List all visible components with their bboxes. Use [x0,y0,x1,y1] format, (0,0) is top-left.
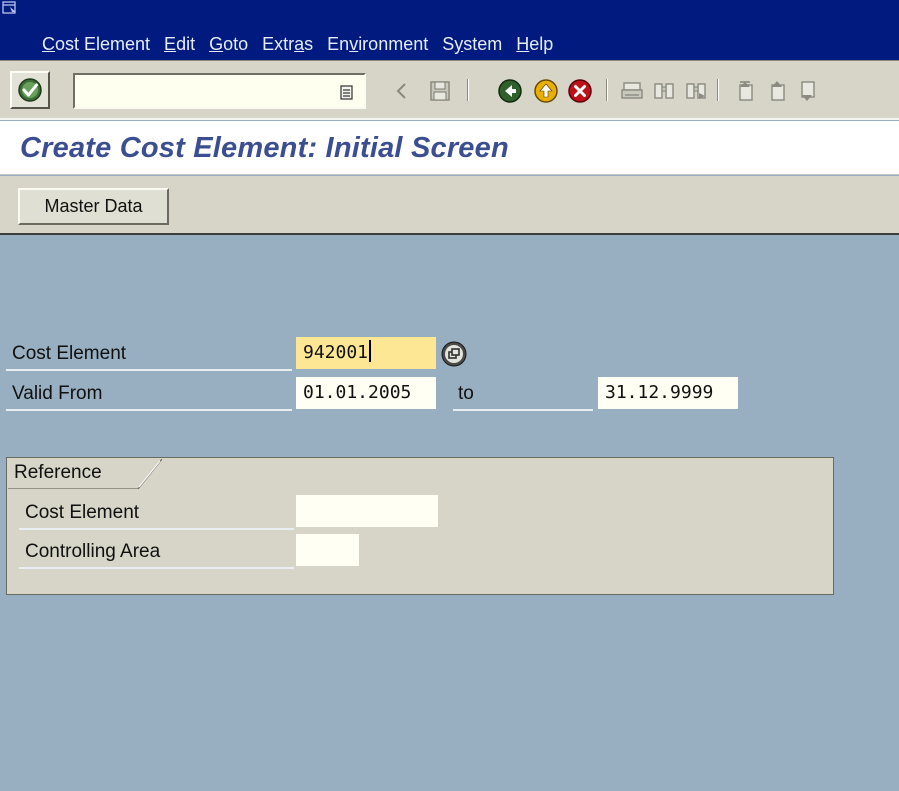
menu-item-text: G [209,34,224,54]
enter-button[interactable] [10,71,50,109]
valid-to-input[interactable]: 31.12.9999 [598,377,738,409]
application-toolbar: Master Data [0,176,899,235]
menu-item-text: ost Element [55,34,151,54]
print-icon[interactable] [618,77,646,105]
save-icon[interactable] [426,77,454,105]
first-page-icon[interactable] [734,77,762,105]
valid-from-input[interactable]: 01.01.2005 [296,377,436,409]
cost-element-label: Cost Element [12,343,127,364]
menu-item-text: C [42,34,55,54]
menu-item[interactable]: Extras [255,33,320,55]
controlling-area-input[interactable] [296,534,359,566]
valid-from-label: Valid From [12,383,103,404]
text-caret [369,340,372,362]
cost-element-input[interactable]: 942001 [296,337,436,369]
page-title: Create Cost Element: Initial Screen [20,132,509,164]
search-help-icon [441,341,466,366]
menu-item[interactable]: Cost Element [0,33,157,55]
master-data-button[interactable]: Master Data [18,188,169,225]
command-field[interactable] [73,73,366,109]
label-underline [19,567,294,569]
reference-title: Reference [14,462,102,483]
system-toolbar [0,60,899,120]
menu-item-text: v [349,34,359,54]
possible-entries-button[interactable] [437,337,470,370]
system-menu-icon[interactable] [2,1,18,15]
find-icon[interactable] [650,77,678,105]
back-icon[interactable] [496,77,524,105]
menu-item-text: Extr [262,34,295,54]
next-page-icon[interactable] [796,77,824,105]
menu-item-text: a [294,34,305,54]
menu-item-text: E [164,34,177,54]
enter-icon [18,78,42,102]
label-underline [6,369,292,371]
previous-page-icon[interactable] [766,77,794,105]
back-arrow-icon[interactable] [388,77,416,105]
menu-item-text: elp [529,34,554,54]
label-underline [19,528,294,530]
exit-icon[interactable] [532,77,560,105]
toolbar-separator [467,79,469,101]
to-label: to [458,383,474,404]
menu-item-text: oto [223,34,249,54]
menu-item-text: H [516,34,530,54]
title-bar: Create Cost Element: Initial Screen [0,121,899,175]
dropdown-icon[interactable] [340,85,354,101]
menu-item[interactable]: Goto [202,33,255,55]
cancel-icon[interactable] [566,77,594,105]
menu-item-text: dit [176,34,196,54]
menu-item-text: s [304,34,314,54]
reference-group: Reference Cost Element Controlling Area [6,457,834,595]
menu-item[interactable]: Environment [320,33,435,55]
menu-item[interactable]: Edit [157,33,202,55]
label-underline [6,409,292,411]
menu-item[interactable]: Help [509,33,560,55]
menu-item-text: S [442,34,455,54]
menu-item-text: ironment [358,34,429,54]
menu-items: Cost Element Edit Goto Extras Environment Sys… [0,32,560,56]
menu-bar: Cost Element Edit Goto Extras Environment Sys… [0,0,899,60]
menu-item-text: y [454,34,464,54]
ref-cost-element-label: Cost Element [25,502,140,523]
ref-cost-element-input[interactable] [296,495,438,527]
cost-element-value: 942001 [303,342,369,363]
controlling-area-label: Controlling Area [25,541,161,562]
menu-item[interactable]: System [435,33,509,55]
find-next-icon[interactable] [682,77,710,105]
menu-item-text: stem [463,34,503,54]
label-underline [453,409,593,411]
toolbar-separator [717,79,719,101]
menu-item-text: En [327,34,350,54]
toolbar-separator [606,79,608,101]
